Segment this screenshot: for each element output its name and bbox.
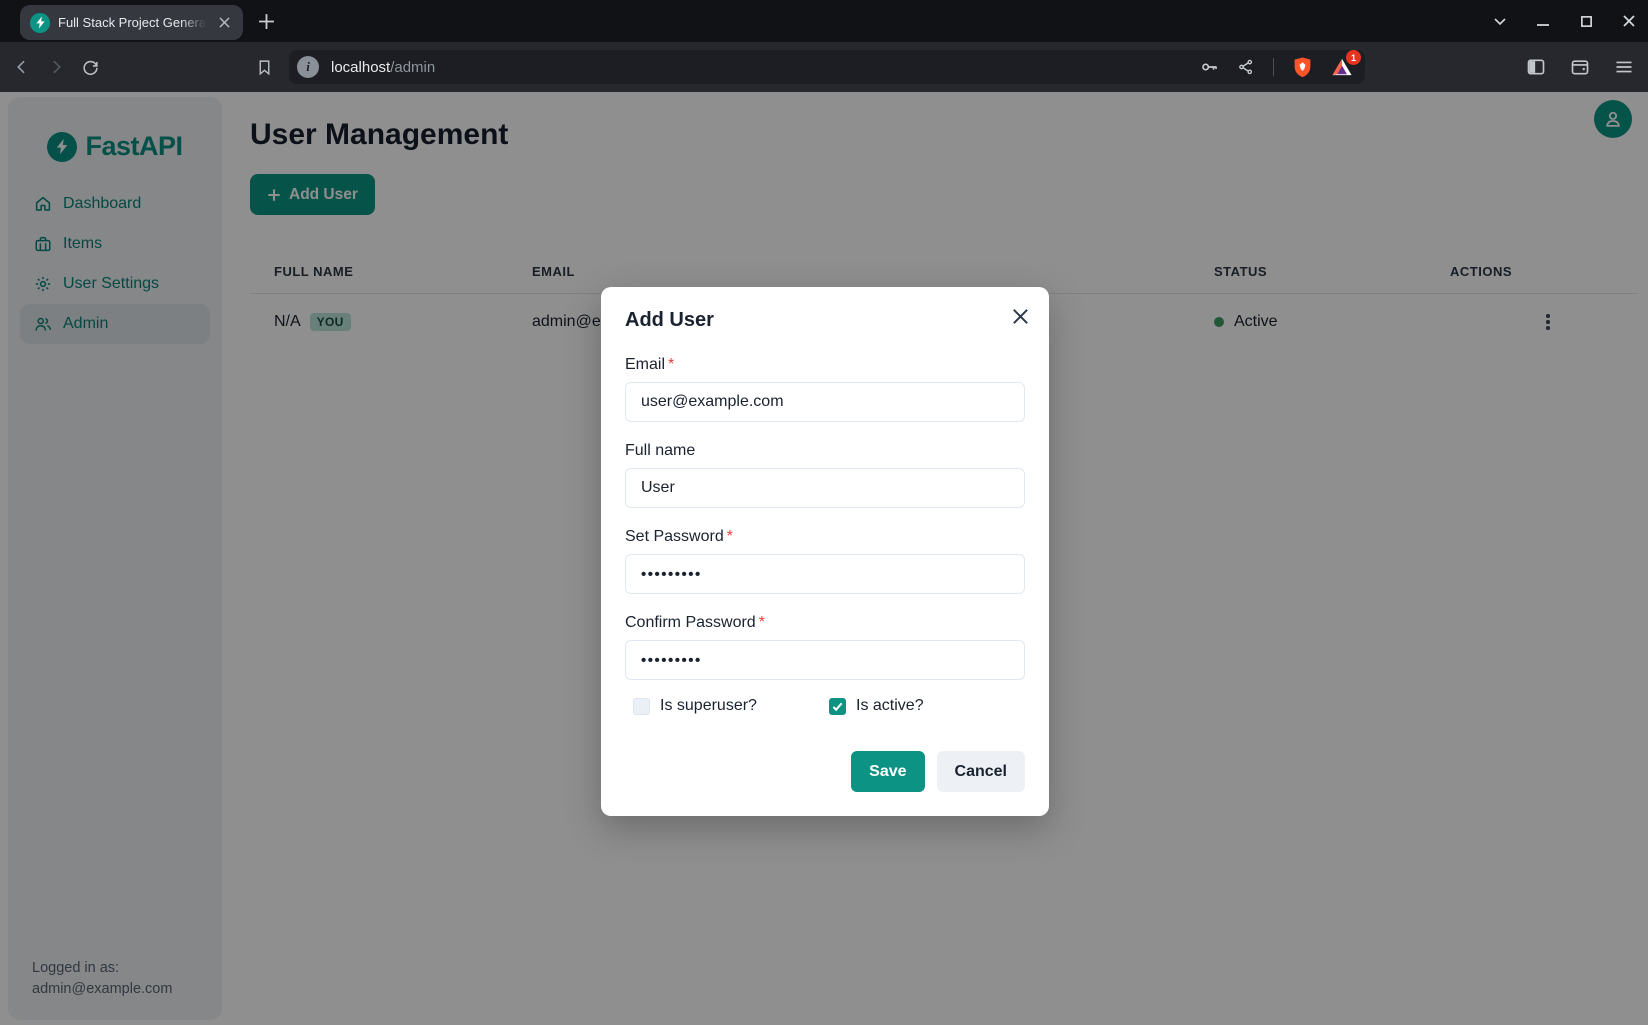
brave-shield-icon[interactable]: [1292, 56, 1313, 79]
confirm-password-field-group: Confirm Password*: [625, 614, 1025, 680]
menu-icon[interactable]: [1614, 57, 1634, 77]
tab-bar: Full Stack Project Genera: [0, 0, 1648, 42]
set-password-field-group: Set Password*: [625, 528, 1025, 594]
toolbar-right-icons: [1526, 42, 1634, 92]
back-icon[interactable]: [10, 55, 34, 79]
maximize-icon[interactable]: [1577, 12, 1595, 30]
password-key-icon[interactable]: [1199, 57, 1219, 77]
browser-toolbar: i localhost/admin 1: [0, 42, 1648, 92]
full-name-field[interactable]: [625, 468, 1025, 508]
url-text: localhost/admin: [331, 59, 435, 76]
is-superuser-checkbox[interactable]: Is superuser?: [633, 697, 829, 715]
fastapi-favicon-icon: [30, 13, 50, 33]
is-superuser-label: Is superuser?: [660, 697, 757, 715]
set-password-field[interactable]: [625, 554, 1025, 594]
full-name-field-group: Full name*: [625, 442, 1025, 508]
minimize-icon[interactable]: [1534, 12, 1552, 30]
site-info-icon[interactable]: i: [297, 56, 319, 78]
email-field-group: Email*: [625, 356, 1025, 422]
checkbox-icon[interactable]: [829, 698, 846, 715]
sidebar-panel-icon[interactable]: [1526, 57, 1546, 77]
rewards-badge: 1: [1346, 50, 1361, 65]
email-field[interactable]: [625, 382, 1025, 422]
modal-close-icon[interactable]: [1007, 303, 1033, 329]
modal-title: Add User: [625, 309, 1025, 332]
is-active-label: Is active?: [856, 697, 924, 715]
checkbox-icon[interactable]: [633, 698, 650, 715]
checkbox-row: Is superuser? Is active?: [625, 697, 1025, 715]
bookmark-icon[interactable]: [252, 55, 276, 79]
toolbar-divider: [1273, 58, 1274, 76]
forward-icon[interactable]: [44, 55, 68, 79]
tab-search-icon[interactable]: [1491, 12, 1509, 30]
window-controls: [1491, 0, 1638, 42]
add-user-modal: Add User Email* Full name* Set Password*…: [601, 287, 1049, 816]
required-asterisk: *: [668, 356, 674, 373]
url-path: /admin: [390, 59, 435, 76]
url-bar-icons: 1: [1199, 56, 1353, 79]
confirm-password-label: Confirm Password*: [625, 614, 1025, 632]
wallet-icon[interactable]: [1570, 57, 1590, 77]
tab-close-icon[interactable]: [215, 14, 233, 32]
tab-title: Full Stack Project Genera: [58, 15, 206, 30]
required-asterisk: *: [727, 528, 733, 545]
set-password-label: Set Password*: [625, 528, 1025, 546]
brave-rewards-icon[interactable]: 1: [1331, 57, 1353, 77]
reload-icon[interactable]: [78, 55, 102, 79]
browser-tab[interactable]: Full Stack Project Genera: [20, 5, 243, 40]
modal-buttons: Save Cancel: [625, 751, 1025, 792]
confirm-password-field[interactable]: [625, 640, 1025, 680]
url-host: localhost: [331, 59, 390, 76]
full-name-label: Full name*: [625, 442, 1025, 460]
cancel-button[interactable]: Cancel: [937, 751, 1025, 792]
required-asterisk: *: [759, 614, 765, 631]
share-icon[interactable]: [1237, 58, 1255, 76]
save-button[interactable]: Save: [851, 751, 924, 792]
url-bar[interactable]: i localhost/admin 1: [289, 50, 1365, 84]
window-close-icon[interactable]: [1620, 12, 1638, 30]
new-tab-icon[interactable]: [254, 9, 278, 33]
page-viewport: FastAPI Dashboard Items User Settings: [0, 92, 1648, 1025]
email-label: Email*: [625, 356, 1025, 374]
is-active-checkbox[interactable]: Is active?: [829, 697, 1025, 715]
